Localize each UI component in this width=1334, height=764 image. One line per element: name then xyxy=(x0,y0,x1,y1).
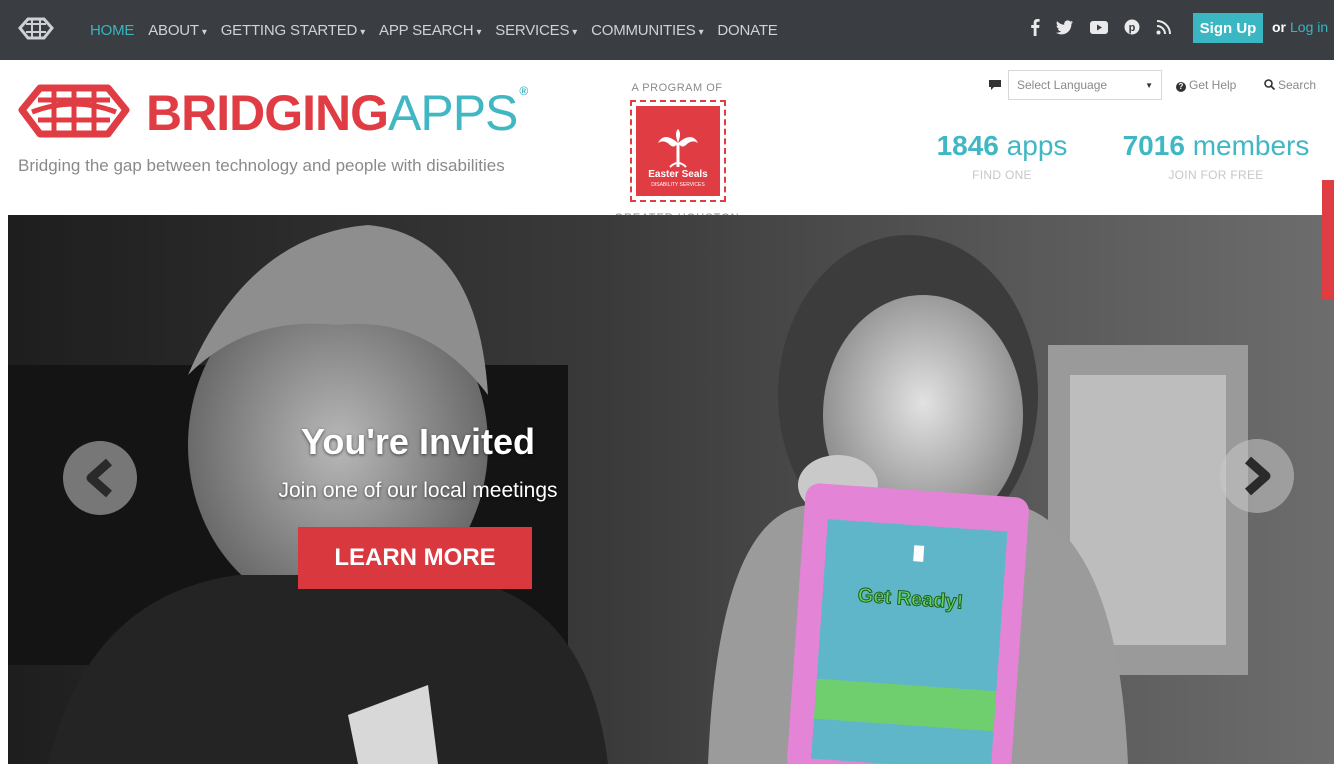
registered-mark: ® xyxy=(519,84,528,98)
easter-seals-logo: Easter Seals DISABILITY SERVICES xyxy=(630,100,726,202)
find-one-link[interactable]: FIND ONE xyxy=(930,168,1074,182)
get-help-label: Get Help xyxy=(1189,78,1237,92)
nav-communities-label: COMMUNITIES xyxy=(591,21,696,39)
youtube-icon[interactable] xyxy=(1090,20,1108,40)
brand-name-part1: BRIDGING xyxy=(146,85,389,141)
nav-home[interactable]: HOME xyxy=(90,22,134,39)
chevron-right-icon xyxy=(1245,456,1271,496)
seal-subtext: DISABILITY SERVICES xyxy=(651,182,705,188)
language-selector-area: Select Language ▼ xyxy=(988,70,1162,100)
nav-services-label: SERVICES xyxy=(495,21,570,39)
social-links: p xyxy=(1030,18,1187,41)
nav-services[interactable]: SERVICES ▾ xyxy=(495,22,577,39)
nav-home-label: HOME xyxy=(90,21,135,39)
nav-getting-started[interactable]: GETTING STARTED ▾ xyxy=(221,22,365,39)
get-help-link[interactable]: ? Get Help xyxy=(1176,78,1236,92)
language-select[interactable]: Select Language ▼ xyxy=(1008,70,1162,100)
nav-about[interactable]: ABOUT ▾ xyxy=(148,22,207,39)
brand-name-part2: APPS xyxy=(388,85,518,141)
pinterest-icon[interactable]: p xyxy=(1124,19,1140,40)
brand-name[interactable]: BRIDGINGAPPS ® xyxy=(146,84,528,142)
hero-photo: Get Ready! xyxy=(8,215,1334,764)
nav-app-search-label: APP SEARCH xyxy=(379,21,474,39)
search-icon xyxy=(1264,79,1276,91)
nav-app-search[interactable]: APP SEARCH ▾ xyxy=(379,22,481,39)
carousel-next-button[interactable] xyxy=(1220,439,1294,513)
sign-up-button[interactable]: Sign Up xyxy=(1193,13,1263,43)
question-circle-icon: ? xyxy=(1176,82,1186,92)
search-label: Search xyxy=(1278,78,1317,92)
tagline: Bridging the gap between technology and … xyxy=(18,156,505,175)
apps-count: 1846 xyxy=(936,130,999,161)
chevron-down-icon: ▾ xyxy=(360,26,366,38)
chevron-down-icon: ▾ xyxy=(698,26,704,38)
seal-text: Easter Seals xyxy=(648,169,708,180)
twitter-icon[interactable] xyxy=(1056,19,1074,40)
members-count: 7016 xyxy=(1122,130,1185,161)
bridge-logo-icon[interactable] xyxy=(18,14,54,44)
lily-icon xyxy=(658,129,698,168)
nav-donate[interactable]: DONATE xyxy=(717,22,777,39)
nav-about-label: ABOUT xyxy=(148,21,199,39)
members-stat[interactable]: 7016 members JOIN FOR FREE xyxy=(1112,130,1320,182)
program-label: A PROGRAM OF xyxy=(631,82,723,94)
log-in-link[interactable]: Log in xyxy=(1290,19,1328,35)
nav-getting-started-label: GETTING STARTED xyxy=(220,21,358,39)
hero-subtitle: Join one of our local meetings xyxy=(278,479,558,502)
join-for-free-link[interactable]: JOIN FOR FREE xyxy=(1112,168,1320,182)
chevron-down-icon: ▾ xyxy=(476,26,482,38)
members-word: members xyxy=(1192,130,1310,161)
speech-bubble-icon xyxy=(989,80,1001,90)
facebook-icon[interactable] xyxy=(1030,18,1040,41)
dropdown-arrow-icon: ▼ xyxy=(1145,80,1153,90)
nav-communities[interactable]: COMMUNITIES ▾ xyxy=(591,22,703,39)
hero-title: You're Invited xyxy=(301,421,535,462)
chevron-down-icon: ▾ xyxy=(201,26,207,38)
program-badge[interactable]: A PROGRAM OF Easter Seals DISABILITY SER… xyxy=(578,60,776,238)
chevron-down-icon: ▾ xyxy=(572,26,578,38)
feedback-tab[interactable] xyxy=(1322,180,1334,300)
nav-donate-label: DONATE xyxy=(717,21,778,39)
rss-icon[interactable] xyxy=(1156,19,1171,40)
apps-word: apps xyxy=(1006,130,1068,161)
bridgingapps-logo-icon[interactable] xyxy=(18,82,130,140)
search-link[interactable]: Search xyxy=(1264,78,1316,92)
apps-stat[interactable]: 1846 apps FIND ONE xyxy=(930,130,1074,182)
language-select-value: Select Language xyxy=(1017,78,1108,92)
svg-text:p: p xyxy=(1129,22,1136,34)
hero-carousel: Get Ready! You're Invited Join one of ou… xyxy=(8,215,1334,764)
carousel-prev-button[interactable] xyxy=(63,441,137,515)
top-nav-bar: HOME ABOUT ▾ GETTING STARTED ▾ APP SEARCH ▾… xyxy=(0,0,1334,60)
learn-more-button[interactable]: LEARN MORE xyxy=(298,527,532,589)
or-text: or xyxy=(1272,19,1286,35)
chevron-left-icon xyxy=(86,458,112,498)
main-nav: HOME ABOUT ▾ GETTING STARTED ▾ APP SEARCH ▾… xyxy=(90,0,792,60)
site-header: BRIDGINGAPPS ® Bridging the gap between t… xyxy=(0,60,1334,238)
